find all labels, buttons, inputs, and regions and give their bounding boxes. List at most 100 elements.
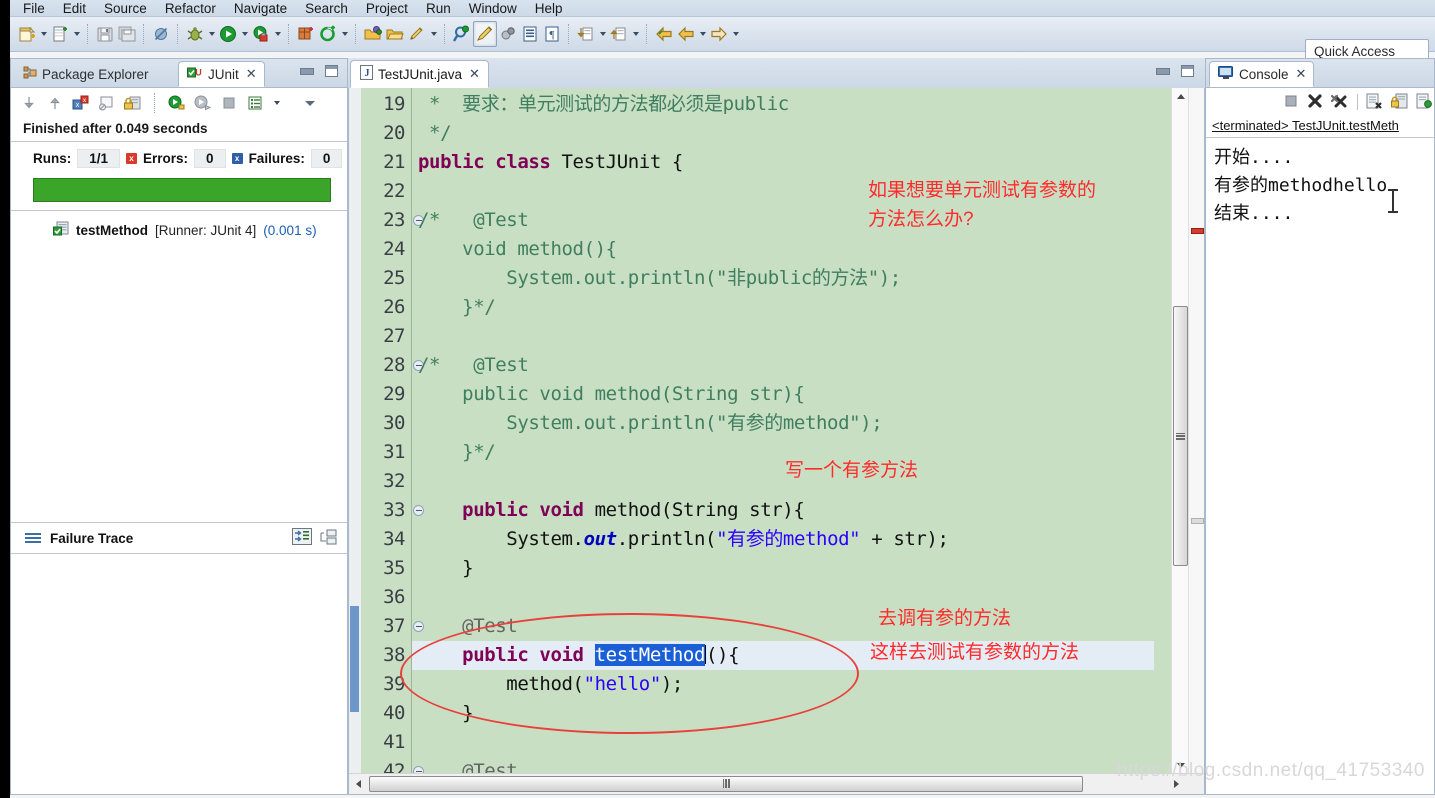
vertical-scroll-thumb[interactable] — [1173, 306, 1188, 566]
next-annotation-dropdown[interactable] — [597, 22, 608, 46]
menu-item-refactor[interactable]: Refactor — [156, 1, 225, 16]
console-output[interactable]: 开始.... 有参的methodhello 结束.... — [1206, 138, 1434, 228]
editor-overview-ruler[interactable] — [1188, 88, 1204, 774]
pin-console-icon[interactable] — [1416, 93, 1432, 112]
horizontal-scroll-thumb[interactable] — [369, 775, 1083, 792]
code-line[interactable]: } — [418, 554, 473, 583]
forward-icon[interactable] — [708, 22, 730, 46]
show-failures-only-icon[interactable]: xx — [71, 93, 91, 113]
debug-dropdown[interactable] — [206, 22, 217, 46]
back-history-icon[interactable] — [675, 22, 697, 46]
compare-result-icon[interactable] — [292, 528, 312, 548]
new-wizard-icon[interactable] — [16, 22, 38, 46]
show-test-hierarchy-icon[interactable] — [97, 93, 117, 113]
menu-item-navigate[interactable]: Navigate — [225, 1, 296, 16]
editor-vertical-scrollbar[interactable] — [1171, 88, 1189, 774]
new-package-icon[interactable] — [295, 22, 317, 46]
menu-item-window[interactable]: Window — [460, 1, 526, 16]
save-all-icon[interactable] — [116, 22, 138, 46]
paragraph-mark-icon[interactable]: ¶ — [541, 22, 563, 46]
code-line[interactable]: /* @Test — [418, 351, 529, 380]
menu-item-file[interactable]: File — [14, 1, 54, 16]
run-icon[interactable] — [217, 22, 239, 46]
code-line[interactable]: public void method(String str){ — [418, 496, 805, 525]
tab-package-explorer[interactable]: Package Explorer — [15, 61, 157, 87]
previous-annotation-icon[interactable] — [608, 22, 630, 46]
new-wizard-dropdown[interactable] — [38, 22, 49, 46]
back-dropdown[interactable] — [697, 22, 708, 46]
view-menu-dropdown-icon[interactable] — [271, 91, 282, 115]
close-icon[interactable]: ✕ — [469, 66, 480, 82]
next-annotation-icon[interactable] — [575, 22, 597, 46]
scroll-left-icon[interactable] — [349, 774, 367, 793]
back-icon[interactable] — [653, 22, 675, 46]
test-run-history-icon[interactable] — [245, 93, 265, 113]
tab-console[interactable]: Console ✕ — [1209, 61, 1315, 87]
menu-item-source[interactable]: Source — [95, 1, 156, 16]
previous-annotation-dropdown[interactable] — [630, 22, 641, 46]
clear-console-icon[interactable] — [1366, 93, 1383, 112]
new-class-dropdown[interactable] — [71, 22, 82, 46]
toggle-breakpoint-icon[interactable] — [150, 22, 172, 46]
stop-icon[interactable] — [219, 93, 239, 113]
remove-launch-icon[interactable] — [1307, 93, 1323, 112]
debug-icon[interactable] — [184, 22, 206, 46]
list-item[interactable]: testMethod [Runner: JUnit 4] (0.001 s) — [53, 221, 347, 239]
new-java-class-icon[interactable] — [49, 22, 71, 46]
skip-breakpoints-icon[interactable] — [497, 22, 519, 46]
menu-item-run[interactable]: Run — [417, 1, 460, 16]
code-line[interactable]: void method(){ — [418, 235, 617, 264]
tab-junit[interactable]: U JUnit ✕ — [178, 61, 265, 87]
code-line[interactable]: public void method(String str){ — [418, 380, 805, 409]
search-icon[interactable] — [451, 22, 473, 46]
stack-trace-filter-icon[interactable] — [319, 529, 337, 548]
maximize-icon[interactable] — [325, 65, 338, 77]
rerun-failed-tests-icon[interactable] — [193, 93, 213, 113]
code-line[interactable]: } — [418, 699, 473, 728]
external-tools-icon[interactable] — [317, 22, 339, 46]
annotation-icon[interactable] — [406, 22, 428, 46]
editor-horizontal-scrollbar[interactable] — [349, 773, 1204, 794]
rerun-test-icon[interactable] — [167, 93, 187, 113]
menu-item-edit[interactable]: Edit — [54, 1, 95, 16]
code-line[interactable]: }*/ — [418, 438, 496, 467]
external-tools-dropdown[interactable] — [339, 22, 350, 46]
menu-item-search[interactable]: Search — [296, 1, 357, 16]
scroll-down-icon[interactable] — [1172, 757, 1189, 774]
menu-item-project[interactable]: Project — [357, 1, 417, 16]
maximize-icon[interactable] — [1181, 65, 1194, 77]
minimize-icon[interactable] — [300, 67, 314, 75]
code-line[interactable]: System.out.println("有参的method" + str); — [418, 525, 949, 554]
code-line[interactable]: */ — [418, 119, 451, 148]
scroll-lock-icon[interactable] — [1391, 93, 1408, 112]
code-line[interactable]: method("hello"); — [418, 670, 683, 699]
code-line[interactable]: System.out.println("有参的method"); — [418, 409, 882, 438]
forward-dropdown[interactable] — [730, 22, 741, 46]
remove-all-terminated-icon[interactable] — [1330, 93, 1349, 112]
tab-testjunit-java[interactable]: J TestJUnit.java ✕ — [350, 60, 489, 88]
minimize-chevron-icon[interactable] — [304, 91, 315, 115]
minimize-icon[interactable] — [1156, 67, 1170, 75]
code-line[interactable]: @Test — [418, 612, 518, 641]
open-type-icon[interactable] — [362, 22, 384, 46]
next-failure-icon[interactable] — [19, 93, 39, 113]
code-line[interactable]: @Test — [418, 757, 518, 774]
menu-item-help[interactable]: Help — [526, 1, 572, 16]
close-icon[interactable]: ✕ — [246, 66, 257, 82]
code-line[interactable]: System.out.println("非public的方法"); — [418, 264, 901, 293]
scroll-right-icon[interactable] — [1167, 774, 1185, 793]
lock-scroll-icon[interactable] — [123, 93, 143, 113]
code-line[interactable]: /* @Test — [418, 206, 529, 235]
code-line[interactable]: * 要求：单元测试的方法都必须是public — [418, 90, 789, 119]
show-whitespace-icon[interactable] — [519, 22, 541, 46]
scroll-up-icon[interactable] — [1172, 88, 1189, 105]
code-line[interactable]: }*/ — [418, 293, 496, 322]
pencil-icon[interactable] — [473, 21, 497, 47]
save-icon[interactable] — [94, 22, 116, 46]
code-line[interactable]: public void testMethod(){ — [418, 641, 740, 670]
code-line[interactable]: public class TestJUnit { — [418, 148, 683, 177]
coverage-icon[interactable] — [250, 22, 272, 46]
annotation-dropdown[interactable] — [428, 22, 439, 46]
previous-failure-icon[interactable] — [45, 93, 65, 113]
terminate-icon[interactable] — [1283, 93, 1299, 112]
